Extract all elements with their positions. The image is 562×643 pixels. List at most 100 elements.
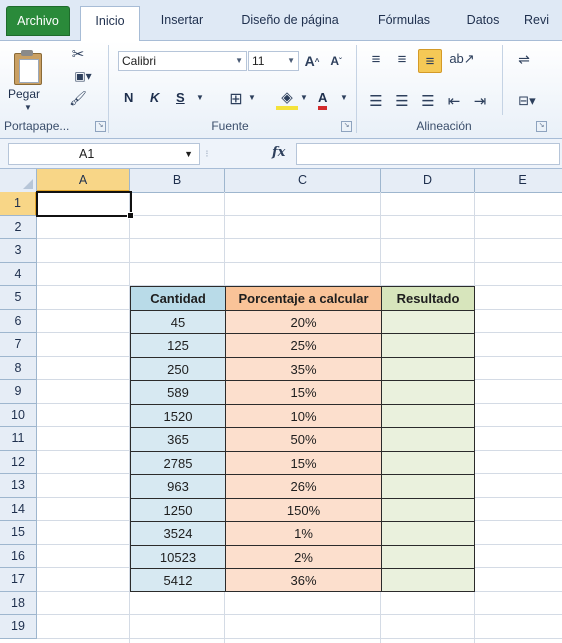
alignment-launcher-icon[interactable]: ↘	[536, 121, 547, 132]
table-cell-cantidad[interactable]: 3524	[130, 521, 225, 545]
row-header[interactable]: 11	[0, 427, 37, 451]
column-header-c[interactable]: C	[225, 169, 381, 192]
table-cell-porcentaje[interactable]: 150%	[225, 497, 381, 521]
table-cell-resultado[interactable]	[381, 497, 475, 521]
font-color-dropdown-icon[interactable]: ▼	[340, 93, 348, 102]
row-header[interactable]: 18	[0, 591, 37, 615]
table-cell-resultado[interactable]	[381, 333, 475, 357]
tab-archivo[interactable]: Archivo	[6, 6, 70, 36]
font-name-combo[interactable]: Calibri ▼	[118, 51, 247, 71]
table-cell-resultado[interactable]	[381, 474, 475, 498]
insert-function-button[interactable]: fx	[272, 143, 285, 163]
select-all-corner[interactable]	[0, 169, 37, 192]
table-cell-cantidad[interactable]: 365	[130, 427, 225, 451]
table-cell-porcentaje[interactable]: 20%	[225, 309, 381, 333]
row-header[interactable]: 7	[0, 333, 37, 357]
row-header[interactable]: 19	[0, 615, 37, 639]
align-center-icon[interactable]: ☰	[392, 91, 412, 111]
table-cell-cantidad[interactable]: 1520	[130, 403, 225, 427]
tab-datos[interactable]: Datos	[454, 6, 512, 34]
row-header[interactable]: 5	[0, 286, 37, 310]
column-header-a[interactable]: A	[37, 169, 130, 192]
merge-center-icon[interactable]: ⊟▾	[512, 91, 542, 111]
table-cell-porcentaje[interactable]: 26%	[225, 474, 381, 498]
cut-icon[interactable]: ✂	[68, 45, 88, 63]
spreadsheet-grid[interactable]: A B C D E 1 2 3 4 5 6 7 8 9 10 11 12 13 14 15 16 17 18 19 C…	[0, 169, 562, 643]
row-header[interactable]: 1	[0, 192, 37, 216]
row-header[interactable]: 15	[0, 521, 37, 545]
table-cell-cantidad[interactable]: 125	[130, 333, 225, 357]
align-middle-icon[interactable]: ≡	[392, 49, 412, 69]
format-painter-icon[interactable]: 🖌	[68, 89, 88, 107]
table-cell-resultado[interactable]	[381, 568, 475, 592]
row-header[interactable]: 13	[0, 474, 37, 498]
align-bottom-icon[interactable]: ≡	[418, 49, 442, 73]
table-cell-porcentaje[interactable]: 25%	[225, 333, 381, 357]
row-header[interactable]: 2	[0, 215, 37, 239]
table-cell-resultado[interactable]	[381, 427, 475, 451]
wrap-text-icon[interactable]: ⇌	[512, 49, 536, 69]
row-header[interactable]: 16	[0, 544, 37, 568]
column-header-d[interactable]: D	[381, 169, 475, 192]
table-header-cantidad[interactable]: Cantidad	[130, 286, 225, 310]
bold-button[interactable]: N	[124, 90, 133, 105]
column-header-b[interactable]: B	[130, 169, 225, 192]
font-launcher-icon[interactable]: ↘	[341, 121, 352, 132]
name-box[interactable]: A1 ▼	[8, 143, 200, 165]
tab-inicio[interactable]: Inicio	[80, 6, 140, 42]
table-cell-resultado[interactable]	[381, 450, 475, 474]
table-cell-cantidad[interactable]: 2785	[130, 450, 225, 474]
table-cell-porcentaje[interactable]: 1%	[225, 521, 381, 545]
decrease-font-icon[interactable]: Aˇ	[326, 51, 346, 71]
table-cell-cantidad[interactable]: 5412	[130, 568, 225, 592]
table-cell-porcentaje[interactable]: 2%	[225, 544, 381, 568]
table-cell-porcentaje[interactable]: 15%	[225, 380, 381, 404]
increase-indent-icon[interactable]: ⇥	[470, 91, 490, 111]
table-cell-cantidad[interactable]: 45	[130, 309, 225, 333]
align-right-icon[interactable]: ☰	[418, 91, 438, 111]
tab-formulas[interactable]: Fórmulas	[366, 6, 442, 34]
paste-label[interactable]: Pegar	[8, 87, 40, 101]
align-top-icon[interactable]: ≡	[366, 49, 386, 69]
row-header[interactable]: 14	[0, 497, 37, 521]
table-cell-resultado[interactable]	[381, 403, 475, 427]
font-size-combo[interactable]: 11 ▼	[248, 51, 299, 71]
underline-button[interactable]: S	[176, 90, 185, 105]
increase-font-icon[interactable]: A ^	[302, 51, 322, 71]
orientation-icon[interactable]: ab↗	[448, 49, 476, 69]
tab-diseno-de-pagina[interactable]: Diseño de página	[226, 6, 354, 34]
row-header[interactable]: 10	[0, 403, 37, 427]
formula-input[interactable]	[296, 143, 560, 165]
copy-icon[interactable]: ▣▾	[68, 67, 98, 85]
table-cell-cantidad[interactable]: 589	[130, 380, 225, 404]
table-cell-cantidad[interactable]: 10523	[130, 544, 225, 568]
paste-dropdown-icon[interactable]: ▼	[24, 103, 32, 112]
borders-icon[interactable]: ⊞	[226, 89, 246, 109]
align-left-icon[interactable]: ☰	[366, 91, 386, 111]
tab-insertar[interactable]: Insertar	[150, 6, 214, 34]
decrease-indent-icon[interactable]: ⇤	[444, 91, 464, 111]
borders-dropdown-icon[interactable]: ▼	[248, 93, 256, 102]
font-color-button[interactable]: A	[318, 90, 328, 110]
row-header[interactable]: 17	[0, 568, 37, 592]
selected-cell-a1[interactable]	[36, 191, 134, 219]
table-cell-porcentaje[interactable]: 36%	[225, 568, 381, 592]
italic-button[interactable]: K	[150, 90, 159, 105]
table-cell-resultado[interactable]	[381, 309, 475, 333]
row-header[interactable]: 6	[0, 309, 37, 333]
clipboard-launcher-icon[interactable]: ↘	[95, 121, 106, 132]
table-cell-cantidad[interactable]: 250	[130, 356, 225, 380]
table-cell-porcentaje[interactable]: 35%	[225, 356, 381, 380]
paste-button[interactable]	[10, 47, 44, 85]
fill-color-dropdown-icon[interactable]: ▼	[300, 93, 308, 102]
column-header-e[interactable]: E	[475, 169, 562, 192]
fill-handle[interactable]	[127, 211, 134, 219]
tab-revisar[interactable]: Revi	[524, 6, 562, 34]
table-cell-cantidad[interactable]: 1250	[130, 497, 225, 521]
row-header[interactable]: 4	[0, 262, 37, 286]
table-cell-resultado[interactable]	[381, 356, 475, 380]
row-header[interactable]: 12	[0, 450, 37, 474]
table-cell-porcentaje[interactable]: 50%	[225, 427, 381, 451]
table-cell-porcentaje[interactable]: 15%	[225, 450, 381, 474]
table-cell-resultado[interactable]	[381, 544, 475, 568]
